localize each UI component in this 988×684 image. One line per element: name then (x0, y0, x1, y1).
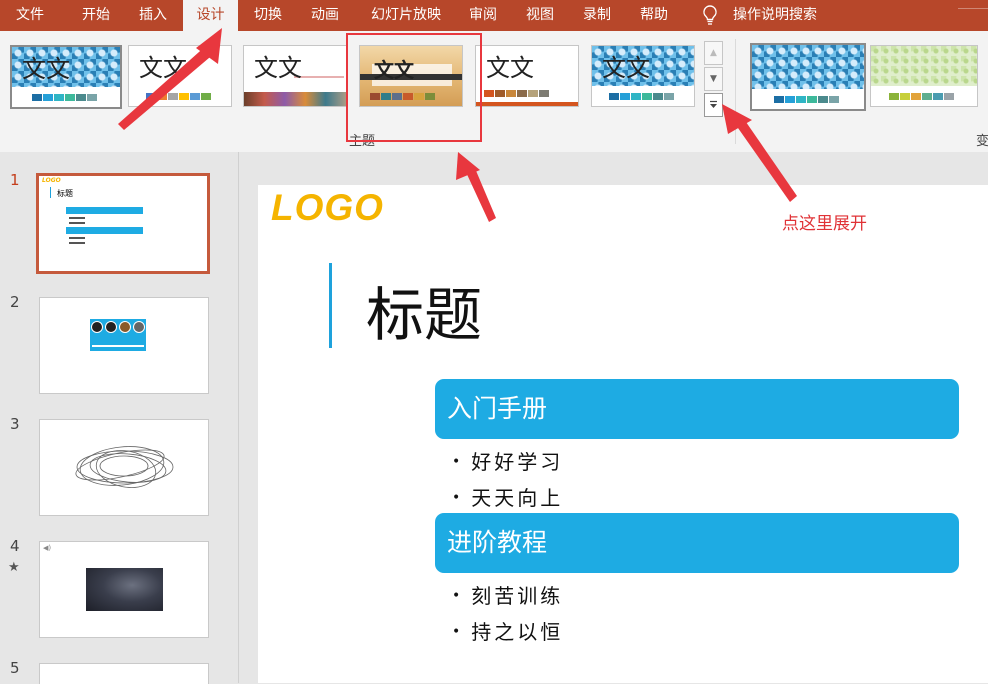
annotation-text: 点这里展开 (782, 214, 867, 234)
section-banner[interactable]: 入门手册 (435, 379, 959, 439)
bullet-item[interactable]: • 天天向上 (452, 482, 563, 511)
variant-pattern (871, 46, 977, 86)
section-banner[interactable]: 进阶教程 (435, 513, 959, 573)
slide-thumbnail-4[interactable]: ◀) (39, 541, 209, 638)
slide-thumbnail-pane[interactable]: 1 LOGO 标题 2 3 4 ★ ◀) 5 (0, 152, 239, 684)
gallery-scroll-up-button[interactable]: ▲ (704, 41, 723, 65)
thumb-logo: LOGO (42, 177, 61, 184)
theme-color-swatches (609, 93, 675, 100)
highlight-box (346, 33, 482, 142)
theme-sample-text: 文文 (254, 54, 302, 82)
theme-sample-text: 文文 (486, 54, 534, 82)
slide-logo[interactable]: LOGO (271, 187, 384, 229)
theme-sample-text: 文文 (139, 54, 187, 82)
slide-title[interactable]: 标题 (366, 268, 482, 352)
thumb-title: 标题 (57, 189, 73, 198)
slide-thumbnail-2[interactable] (39, 297, 209, 394)
title-accent-bar (329, 263, 332, 348)
thumb-banner (66, 227, 143, 234)
theme-sample-text: 文文 (22, 55, 70, 83)
variants-group-label: 变 (976, 134, 988, 149)
theme-color-swatches (146, 93, 212, 100)
tab-record[interactable]: 录制 (570, 0, 624, 31)
ribbon-body: 文文 文文 文文 文文 文文 文文 ▲ ▼ 主题 变 (0, 31, 988, 153)
slide-number: 3 (10, 415, 20, 433)
variant-thumbnail[interactable] (870, 45, 978, 107)
animation-star-icon: ★ (8, 560, 20, 575)
tab-file[interactable]: 文件 (0, 0, 60, 31)
theme-thumbnail[interactable]: 文文 (10, 45, 122, 109)
tab-view[interactable]: 视图 (513, 0, 567, 31)
group-separator (735, 39, 736, 144)
theme-thumbnail[interactable]: 文文 (475, 45, 579, 107)
slide-number: 4 (10, 537, 20, 555)
lightbulb-icon (703, 5, 717, 25)
tab-home[interactable]: 开始 (69, 0, 123, 31)
theme-color-swatches (32, 94, 98, 101)
theme-thumbnail[interactable]: 文文 (128, 45, 232, 107)
thumb-banner (66, 207, 143, 214)
variant-thumbnail[interactable] (750, 43, 866, 111)
variant-color-swatches (774, 96, 840, 103)
theme-thumbnail[interactable]: 文文 (591, 45, 695, 107)
theme-color-swatches (484, 90, 550, 97)
thumb-image (86, 568, 163, 611)
tab-insert[interactable]: 插入 (126, 0, 180, 31)
slide-thumbnail-5[interactable] (39, 663, 209, 684)
tab-help[interactable]: 帮助 (627, 0, 681, 31)
variant-color-swatches (889, 93, 955, 100)
expand-more-icon (710, 100, 717, 108)
bullet-item[interactable]: • 好好学习 (452, 446, 563, 475)
theme-sample-text: 文文 (602, 54, 650, 82)
gallery-scroll-down-button[interactable]: ▼ (704, 67, 723, 91)
slide-thumbnail-1[interactable]: LOGO 标题 (36, 173, 210, 274)
slide-number: 1 (10, 171, 20, 189)
tab-review[interactable]: 审阅 (456, 0, 510, 31)
variant-pattern (752, 45, 864, 89)
tell-me-search[interactable]: 操作说明搜索 (733, 0, 817, 31)
tab-transitions[interactable]: 切换 (241, 0, 295, 31)
tab-slideshow[interactable]: 幻灯片放映 (358, 0, 454, 31)
ribbon-corner (958, 0, 988, 9)
theme-thumbnail[interactable]: 文文 (243, 45, 347, 107)
bullet-item[interactable]: • 持之以恒 (452, 616, 563, 645)
gallery-more-expand-button[interactable] (704, 93, 723, 117)
slide-number: 5 (10, 659, 20, 677)
theme-bottom-strip (244, 92, 346, 106)
ribbon-tab-bar: 文件 开始 插入 设计 切换 动画 幻灯片放映 审阅 视图 录制 帮助 操作说明… (0, 0, 988, 31)
bullet-item[interactable]: • 刻苦训练 (452, 580, 563, 609)
audio-icon: ◀) (43, 544, 52, 552)
scribble-drawing (75, 446, 174, 488)
slide-thumbnail-3[interactable] (39, 419, 209, 516)
thumb-title-bar (50, 187, 51, 198)
slide-number: 2 (10, 293, 20, 311)
tab-design[interactable]: 设计 (183, 0, 238, 31)
tab-animations[interactable]: 动画 (298, 0, 352, 31)
